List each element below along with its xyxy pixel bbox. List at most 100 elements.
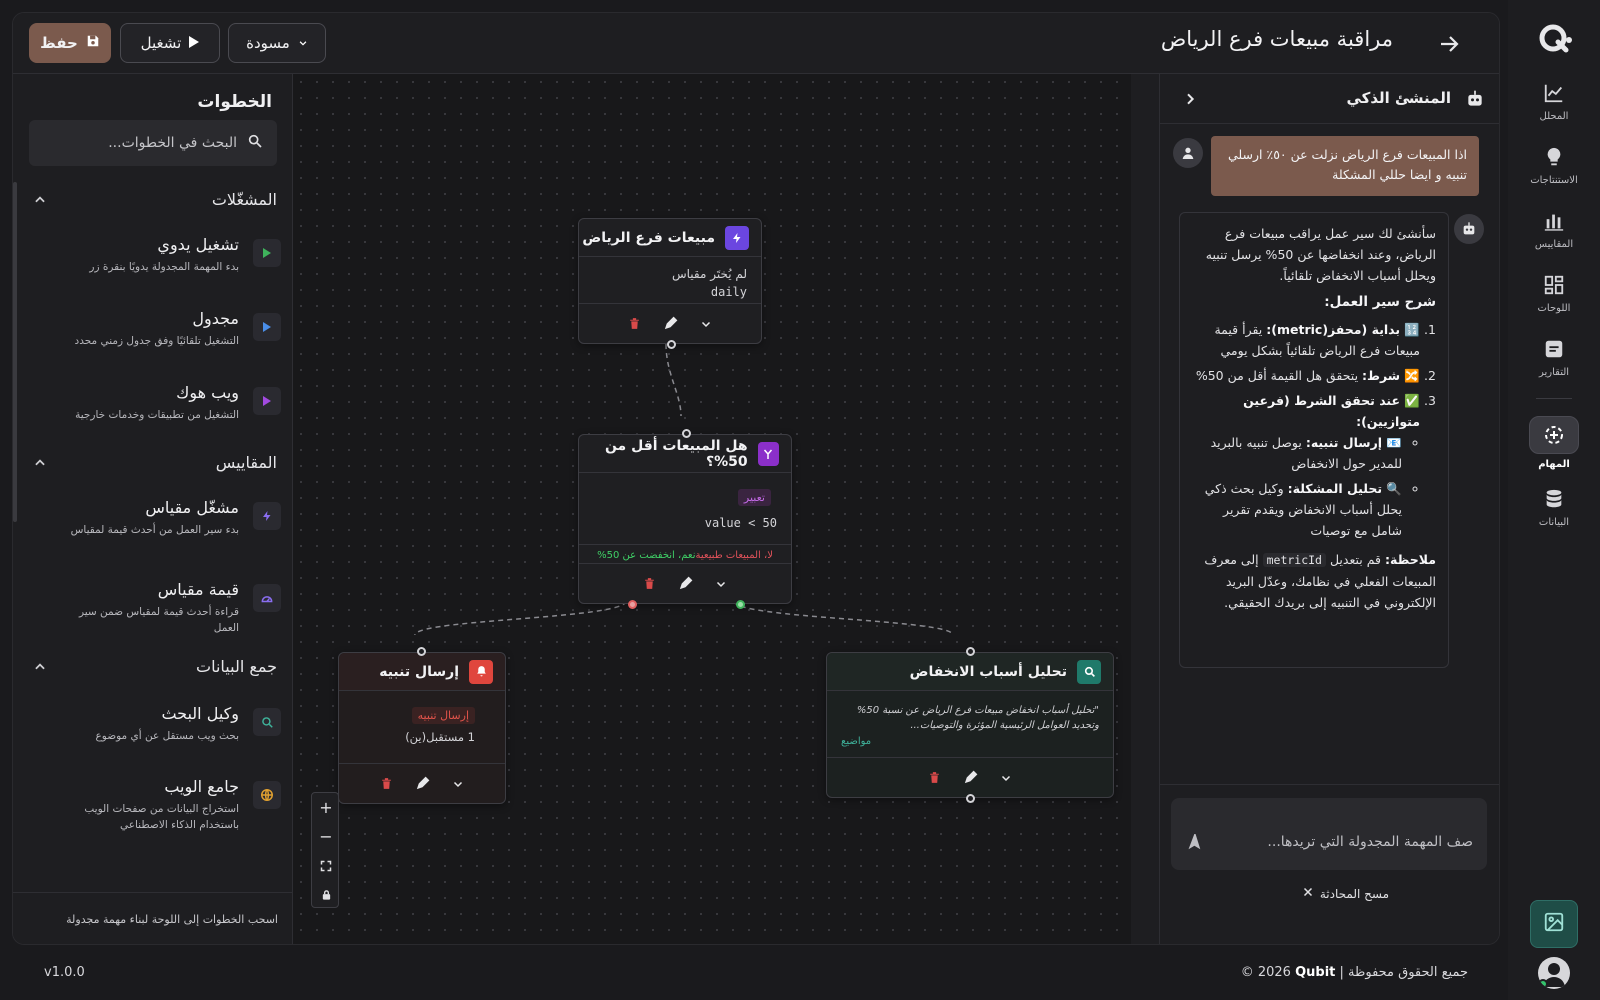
- branch-alert-title: 📧 إرسال تنبيه:: [1305, 435, 1402, 450]
- step-metric-value[interactable]: قيمة مقياس قراءة أحدث قيمة لمقياس ضمن سي…: [41, 580, 281, 636]
- delete-icon[interactable]: [641, 576, 657, 592]
- zoom-in-icon[interactable]: +: [312, 793, 340, 822]
- nav-item-insights[interactable]: الاستنتاجات: [1518, 136, 1590, 194]
- nav-label: المهام: [1538, 459, 1570, 470]
- edit-icon[interactable]: [962, 770, 978, 786]
- trigger-node[interactable]: مبيعات فرع الرياض لم يُختَر مقياس daily: [578, 218, 762, 349]
- status-dropdown[interactable]: مسودة: [228, 23, 326, 63]
- output-port-yes[interactable]: [736, 600, 745, 609]
- topics-label: مواضيع: [841, 736, 872, 747]
- step-2-text: يتحقق هل القيمة أقل من 50%: [1195, 368, 1363, 383]
- section-label: المقاييس: [215, 452, 277, 472]
- input-port[interactable]: [966, 647, 975, 656]
- delete-icon[interactable]: [626, 316, 642, 332]
- schedule-value: daily: [710, 285, 747, 299]
- bell-icon: [469, 659, 493, 684]
- edit-icon[interactable]: [414, 776, 430, 792]
- steps-scrollbar[interactable]: [13, 182, 17, 522]
- output-port[interactable]: [966, 794, 975, 803]
- step-metric-trigger[interactable]: مشغّل مقياس بدء سير العمل من أحدث قيمة ل…: [41, 498, 281, 554]
- fit-view-icon[interactable]: [312, 851, 340, 880]
- workflow-editor: حفظ تشغيل مسودة مراقبة مبيعات فرع الرياض…: [12, 12, 1500, 945]
- delete-icon[interactable]: [378, 776, 394, 792]
- step-manual-trigger[interactable]: تشغيل يدوي بدء المهمة المجدولة يدويًا بن…: [41, 235, 281, 291]
- ai-panel-title: المنشئ الذكي: [1346, 89, 1451, 107]
- zoom-out-icon[interactable]: −: [312, 822, 340, 851]
- note-label: ملاحظة:: [1385, 552, 1436, 567]
- step-webhook[interactable]: ويب هوك التشغيل من تطبيقات وخدمات خارجية: [41, 383, 281, 439]
- ai-prompt-input[interactable]: [1223, 834, 1473, 858]
- step-web-scraper[interactable]: جامع الويب استخراج البيانات من صفحات الو…: [41, 777, 281, 833]
- steps-search-box: [29, 120, 277, 166]
- play-icon: [253, 387, 281, 415]
- status-label: مسودة: [246, 34, 290, 52]
- alert-tag: إرسال تنبيه: [411, 707, 475, 724]
- chevron-down-icon[interactable]: [998, 770, 1014, 786]
- section-header-triggers[interactable]: المشغّلات: [33, 187, 277, 211]
- nav-item-data[interactable]: البيانات: [1518, 478, 1590, 536]
- step-desc: التشغيل من تطبيقات وخدمات خارجية: [75, 409, 239, 421]
- copyright: © 2026 Qubit | جميع الحقوق محفوظة: [1241, 965, 1468, 980]
- lock-icon[interactable]: [312, 880, 340, 909]
- user-message: اذا المبيعات فرع الرياض نزلت عن ٥٠٪ ارسل…: [1211, 136, 1479, 196]
- rights-text: جميع الحقوق محفوظة: [1348, 965, 1468, 980]
- workflow-step-2: 🔀 شرط: يتحقق هل القيمة أقل من 50%: [1192, 365, 1420, 386]
- save-button[interactable]: حفظ: [29, 23, 111, 63]
- edit-icon[interactable]: [677, 576, 693, 592]
- edit-icon[interactable]: [662, 316, 678, 332]
- nav-label: التقارير: [1538, 367, 1570, 378]
- nav-label: الاستنتاجات: [1530, 175, 1578, 186]
- nav-item-tasks[interactable]: المهام: [1518, 414, 1590, 472]
- chevron-down-icon[interactable]: [713, 576, 729, 592]
- section-header-data-collection[interactable]: جمع البيانات: [33, 654, 277, 678]
- chevron-down-icon[interactable]: [698, 316, 714, 332]
- page-title: مراقبة مبيعات فرع الرياض: [1160, 27, 1393, 51]
- lightbulb-icon: [1541, 144, 1567, 170]
- bar-chart-icon: [1541, 208, 1567, 234]
- input-port[interactable]: [417, 647, 426, 656]
- alert-node[interactable]: إرسال تنبيه إرسال تنبيه 1 مستقبل(ين): [338, 647, 506, 804]
- step-desc: استخراج البيانات من صفحات الويب باستخدام…: [84, 803, 239, 831]
- steps-search-input[interactable]: [57, 135, 237, 151]
- ai-panel-header: المنشئ الذكي: [1160, 74, 1499, 124]
- workflow-canvas[interactable]: مبيعات فرع الرياض لم يُختَر مقياس daily …: [293, 74, 1131, 944]
- clear-chat-button[interactable]: مسح المحادثة: [1302, 886, 1389, 901]
- output-port[interactable]: [667, 340, 676, 349]
- step-research-agent[interactable]: وكيل البحث بحث ويب مستقل عن أي موضوع: [41, 704, 281, 760]
- nav-item-reports[interactable]: التقارير: [1518, 328, 1590, 386]
- section-header-metrics[interactable]: المقاييس: [33, 450, 277, 474]
- back-arrow-icon[interactable]: [1437, 32, 1461, 56]
- chevron-down-icon[interactable]: [450, 776, 466, 792]
- nav-item-dashboards[interactable]: اللوحات: [1518, 264, 1590, 322]
- input-port[interactable]: [682, 429, 691, 438]
- app-version: v1.0.0: [44, 965, 85, 980]
- step-name: مجدول: [192, 309, 239, 328]
- nav-item-analyst[interactable]: المحلل: [1518, 72, 1590, 130]
- step-desc: بدء سير العمل من أحدث قيمة لمقياس: [70, 524, 239, 536]
- workflow-step-1: 🔢 بداية (محفز(metric): يقرأ قيمة مبيعات …: [1192, 319, 1420, 361]
- output-port-no[interactable]: [628, 600, 637, 609]
- node-title: إرسال تنبيه: [379, 663, 459, 680]
- image-icon: [1543, 911, 1565, 937]
- nav-item-metrics[interactable]: المقاييس: [1518, 200, 1590, 258]
- step-desc: التشغيل تلقائيًا وفق جدول زمني محدد: [74, 335, 239, 347]
- step-scheduled[interactable]: مجدول التشغيل تلقائيًا وفق جدول زمني محد…: [41, 309, 281, 365]
- note-code: metricId: [1262, 553, 1326, 567]
- search-icon: [247, 133, 263, 153]
- chevron-right-icon[interactable]: [1182, 91, 1198, 107]
- steps-footer-hint: اسحب الخطوات إلى اللوحة لبناء مهمة مجدول…: [13, 892, 292, 944]
- run-button[interactable]: تشغيل: [120, 23, 220, 63]
- user-avatar[interactable]: [1538, 957, 1570, 989]
- media-button[interactable]: [1530, 900, 1578, 948]
- branch-list: 📧 إرسال تنبيه: يوصل تنبيه بالبريد للمدير…: [1192, 432, 1420, 541]
- explain-heading: شرح سير العمل:: [1324, 294, 1436, 310]
- qubit-logo-icon[interactable]: [1536, 20, 1574, 58]
- nav-rail: المحلل الاستنتاجات المقاييس اللوحات التق…: [1508, 0, 1600, 1000]
- delete-icon[interactable]: [926, 770, 942, 786]
- research-agent-node[interactable]: تحليل أسباب الانخفاض "تحليل أسباب انخفاض…: [826, 647, 1114, 803]
- assistant-message: سأنشئ لك سير عمل يراقب مبيعات فرع الرياض…: [1179, 212, 1449, 668]
- condition-node[interactable]: هل المبيعات أقل من 50%؟ تعبير value < 50…: [578, 429, 792, 609]
- expression-tag: تعبير: [737, 489, 771, 506]
- send-icon[interactable]: [1185, 832, 1205, 854]
- brand-name: Qubit: [1295, 965, 1336, 980]
